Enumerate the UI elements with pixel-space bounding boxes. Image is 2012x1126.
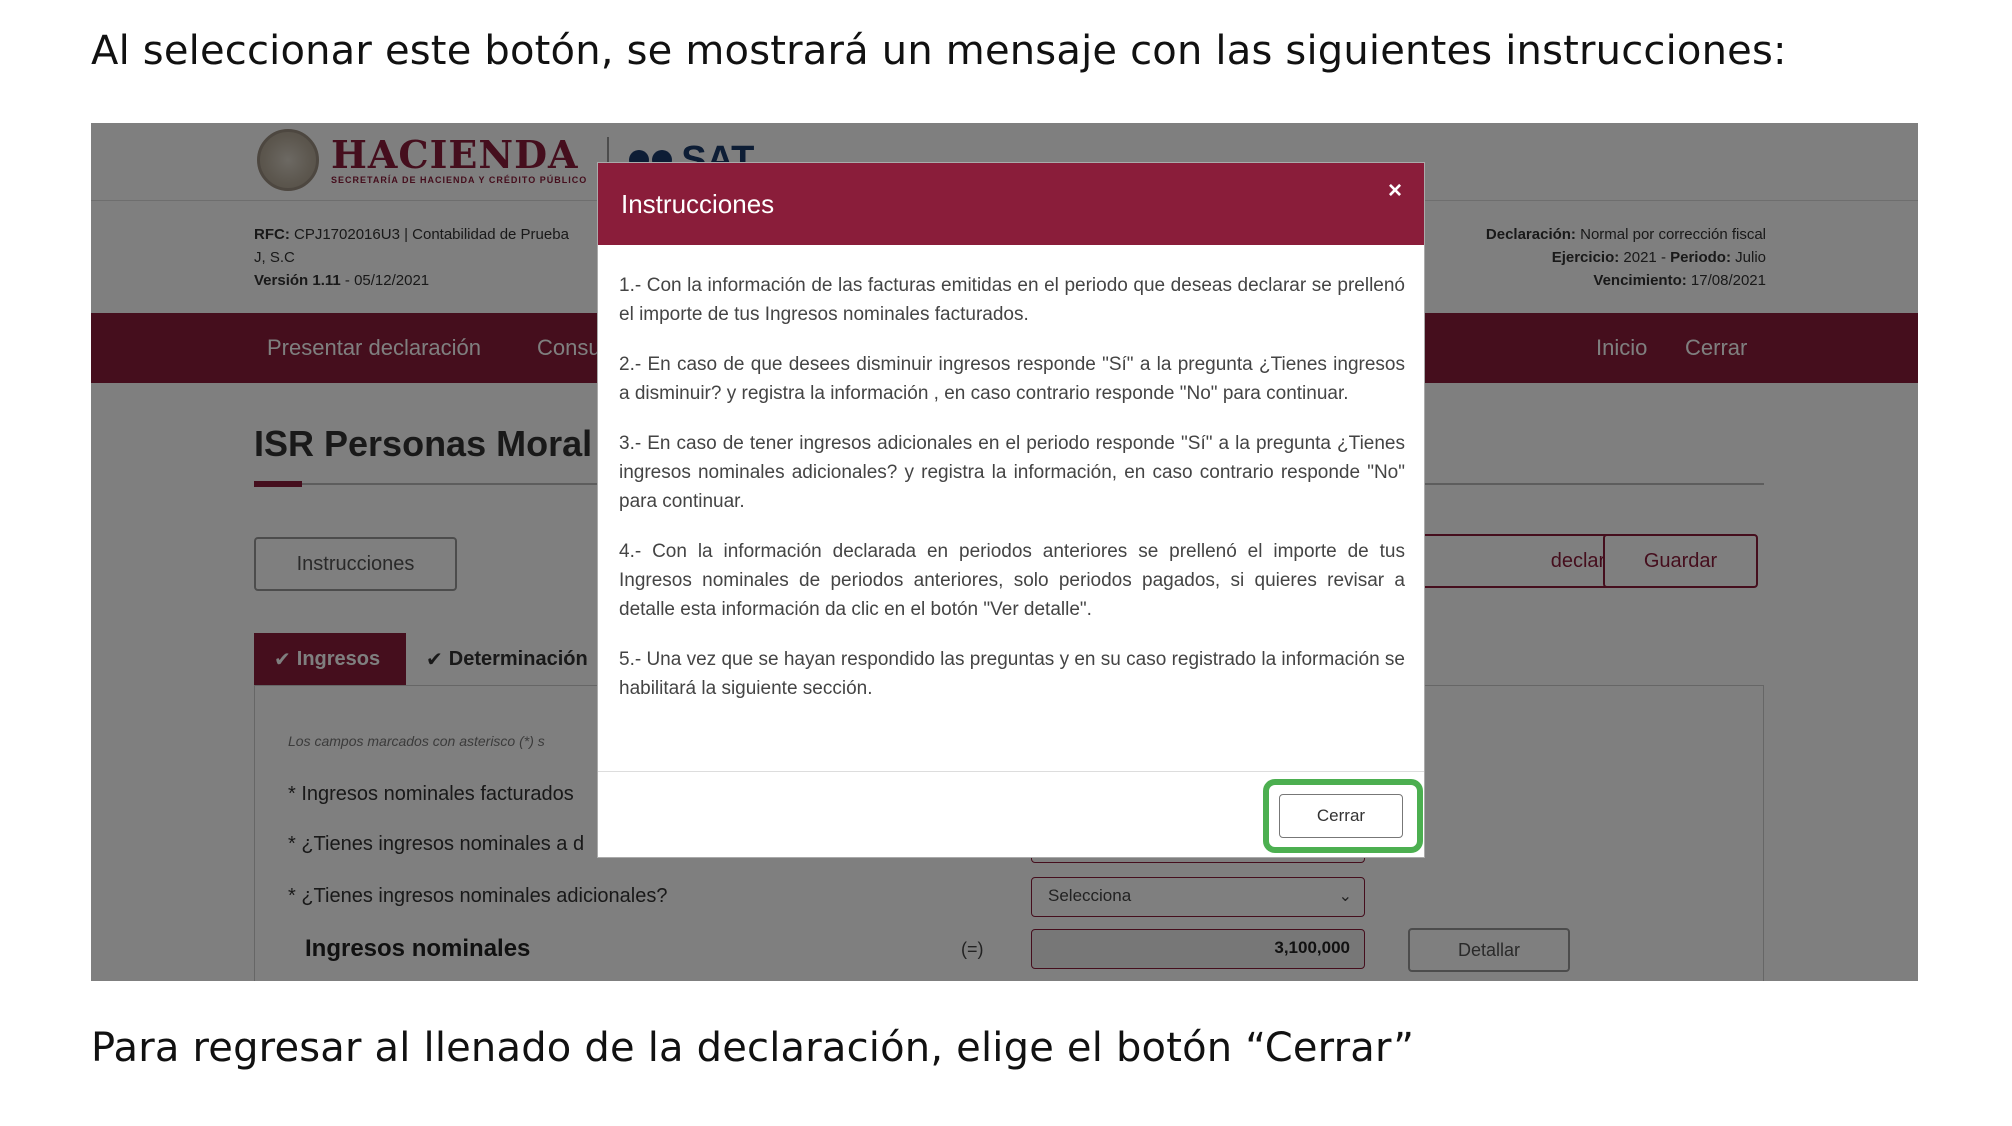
intro-text: Al seleccionar este botón, se mostrará u… [91, 28, 1787, 74]
modal-body: 1.- Con la información de las facturas e… [619, 271, 1405, 724]
modal-header: Instrucciones × [598, 163, 1424, 245]
screenshot: HACIENDA SECRETARÍA DE HACIENDA Y CRÉDIT… [91, 123, 1918, 981]
outro-text: Para regresar al llenado de la declaraci… [91, 1025, 1415, 1071]
modal-cerrar-button[interactable]: Cerrar [1279, 794, 1403, 838]
instruction-1: 1.- Con la información de las facturas e… [619, 275, 1405, 325]
instruction-3: 3.- En caso de tener ingresos adicionale… [619, 433, 1405, 512]
close-icon[interactable]: × [1388, 177, 1402, 205]
modal-title: Instrucciones [621, 189, 775, 219]
instructions-modal: Instrucciones × 1.- Con la información d… [597, 162, 1425, 858]
instruction-2: 2.- En caso de que desees disminuir ingr… [619, 354, 1405, 404]
instruction-5: 5.- Una vez que se hayan respondido las … [619, 649, 1405, 699]
modal-footer-divider [598, 771, 1424, 772]
instruction-4: 4.- Con la información declarada en peri… [619, 541, 1405, 620]
